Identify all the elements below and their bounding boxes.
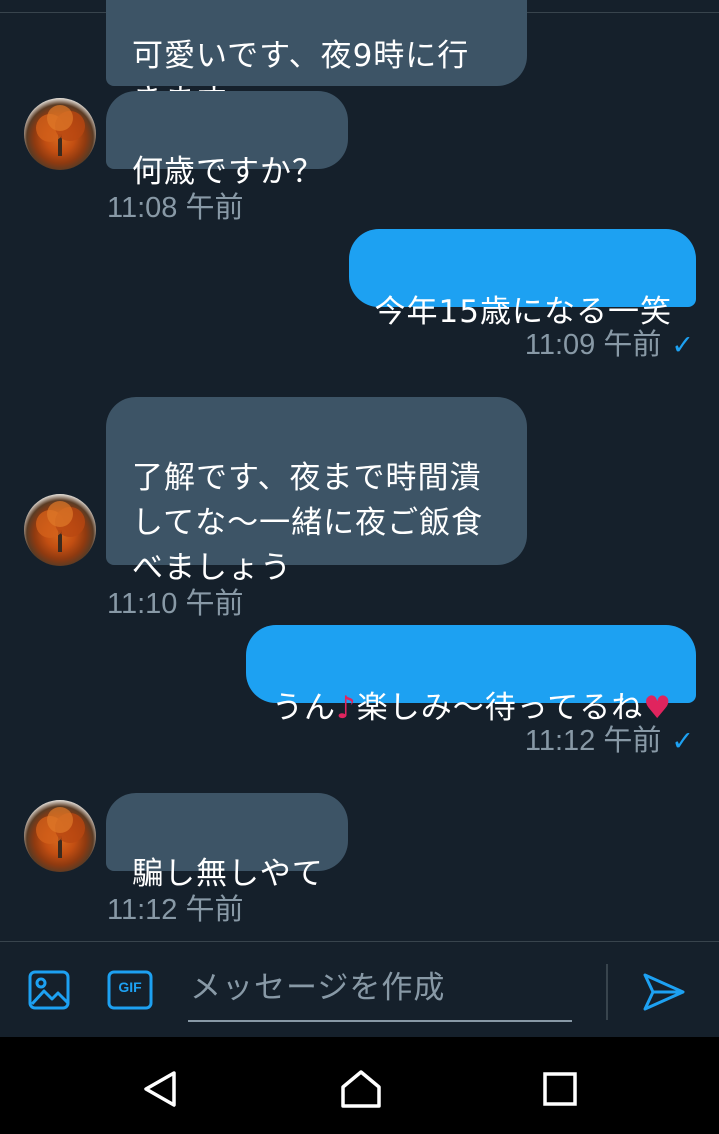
send-icon[interactable] [642,972,686,1012]
message-timestamp: 11:09 午前 ✓ [524,329,694,361]
avatar[interactable] [24,800,96,872]
check-icon: ✓ [671,330,694,360]
message-bubble-incoming[interactable]: 可愛いです、夜9時に行 きます [106,0,527,119]
message-timestamp: 11:12 午前 ✓ [524,725,694,757]
message-bubble-outgoing[interactable]: 今年15歳になる一笑 [348,229,696,330]
gif-label: GIF [118,979,142,995]
music-note-emoji: ♪ [335,690,357,726]
message-text: 了解です、夜まで時間潰 してな〜一緒に夜ご飯食 べましょう [132,460,484,586]
tree-avatar-image [36,105,85,156]
message-input-placeholder: メッセージを作成 [190,970,446,1006]
tree-avatar-image [36,501,85,552]
message-bubble-incoming[interactable]: 了解です、夜まで時間潰 してな〜一緒に夜ご飯食 べましょう [106,397,527,586]
avatar[interactable] [24,98,96,170]
nav-back-icon[interactable] [142,1070,178,1108]
check-icon: ✓ [671,726,694,756]
tree-avatar-image [36,807,85,858]
message-bubble-incoming[interactable]: 何歳ですか？ [106,91,348,190]
nav-home-icon[interactable] [340,1069,382,1109]
system-navigation-bar [0,1037,719,1134]
message-bubble-incoming[interactable]: 騙し無しやて [106,793,348,892]
message-input[interactable]: メッセージを作成 [186,942,576,1032]
avatar[interactable] [24,494,96,566]
nav-recents-icon[interactable] [543,1072,577,1106]
image-icon[interactable] [28,970,72,1012]
message-timestamp: 11:12 午前 [107,894,244,926]
composer-divider [606,964,608,1020]
message-composer: GIF メッセージを作成 [0,941,719,1038]
message-timestamp: 11:10 午前 [107,588,244,620]
message-bubble-outgoing[interactable]: うん♪楽しみ〜待ってるね♥ [245,625,696,726]
input-underline [188,1020,572,1022]
gif-icon[interactable]: GIF [107,970,153,1012]
message-text: うん [271,690,336,726]
message-timestamp: 11:08 午前 [107,192,244,224]
